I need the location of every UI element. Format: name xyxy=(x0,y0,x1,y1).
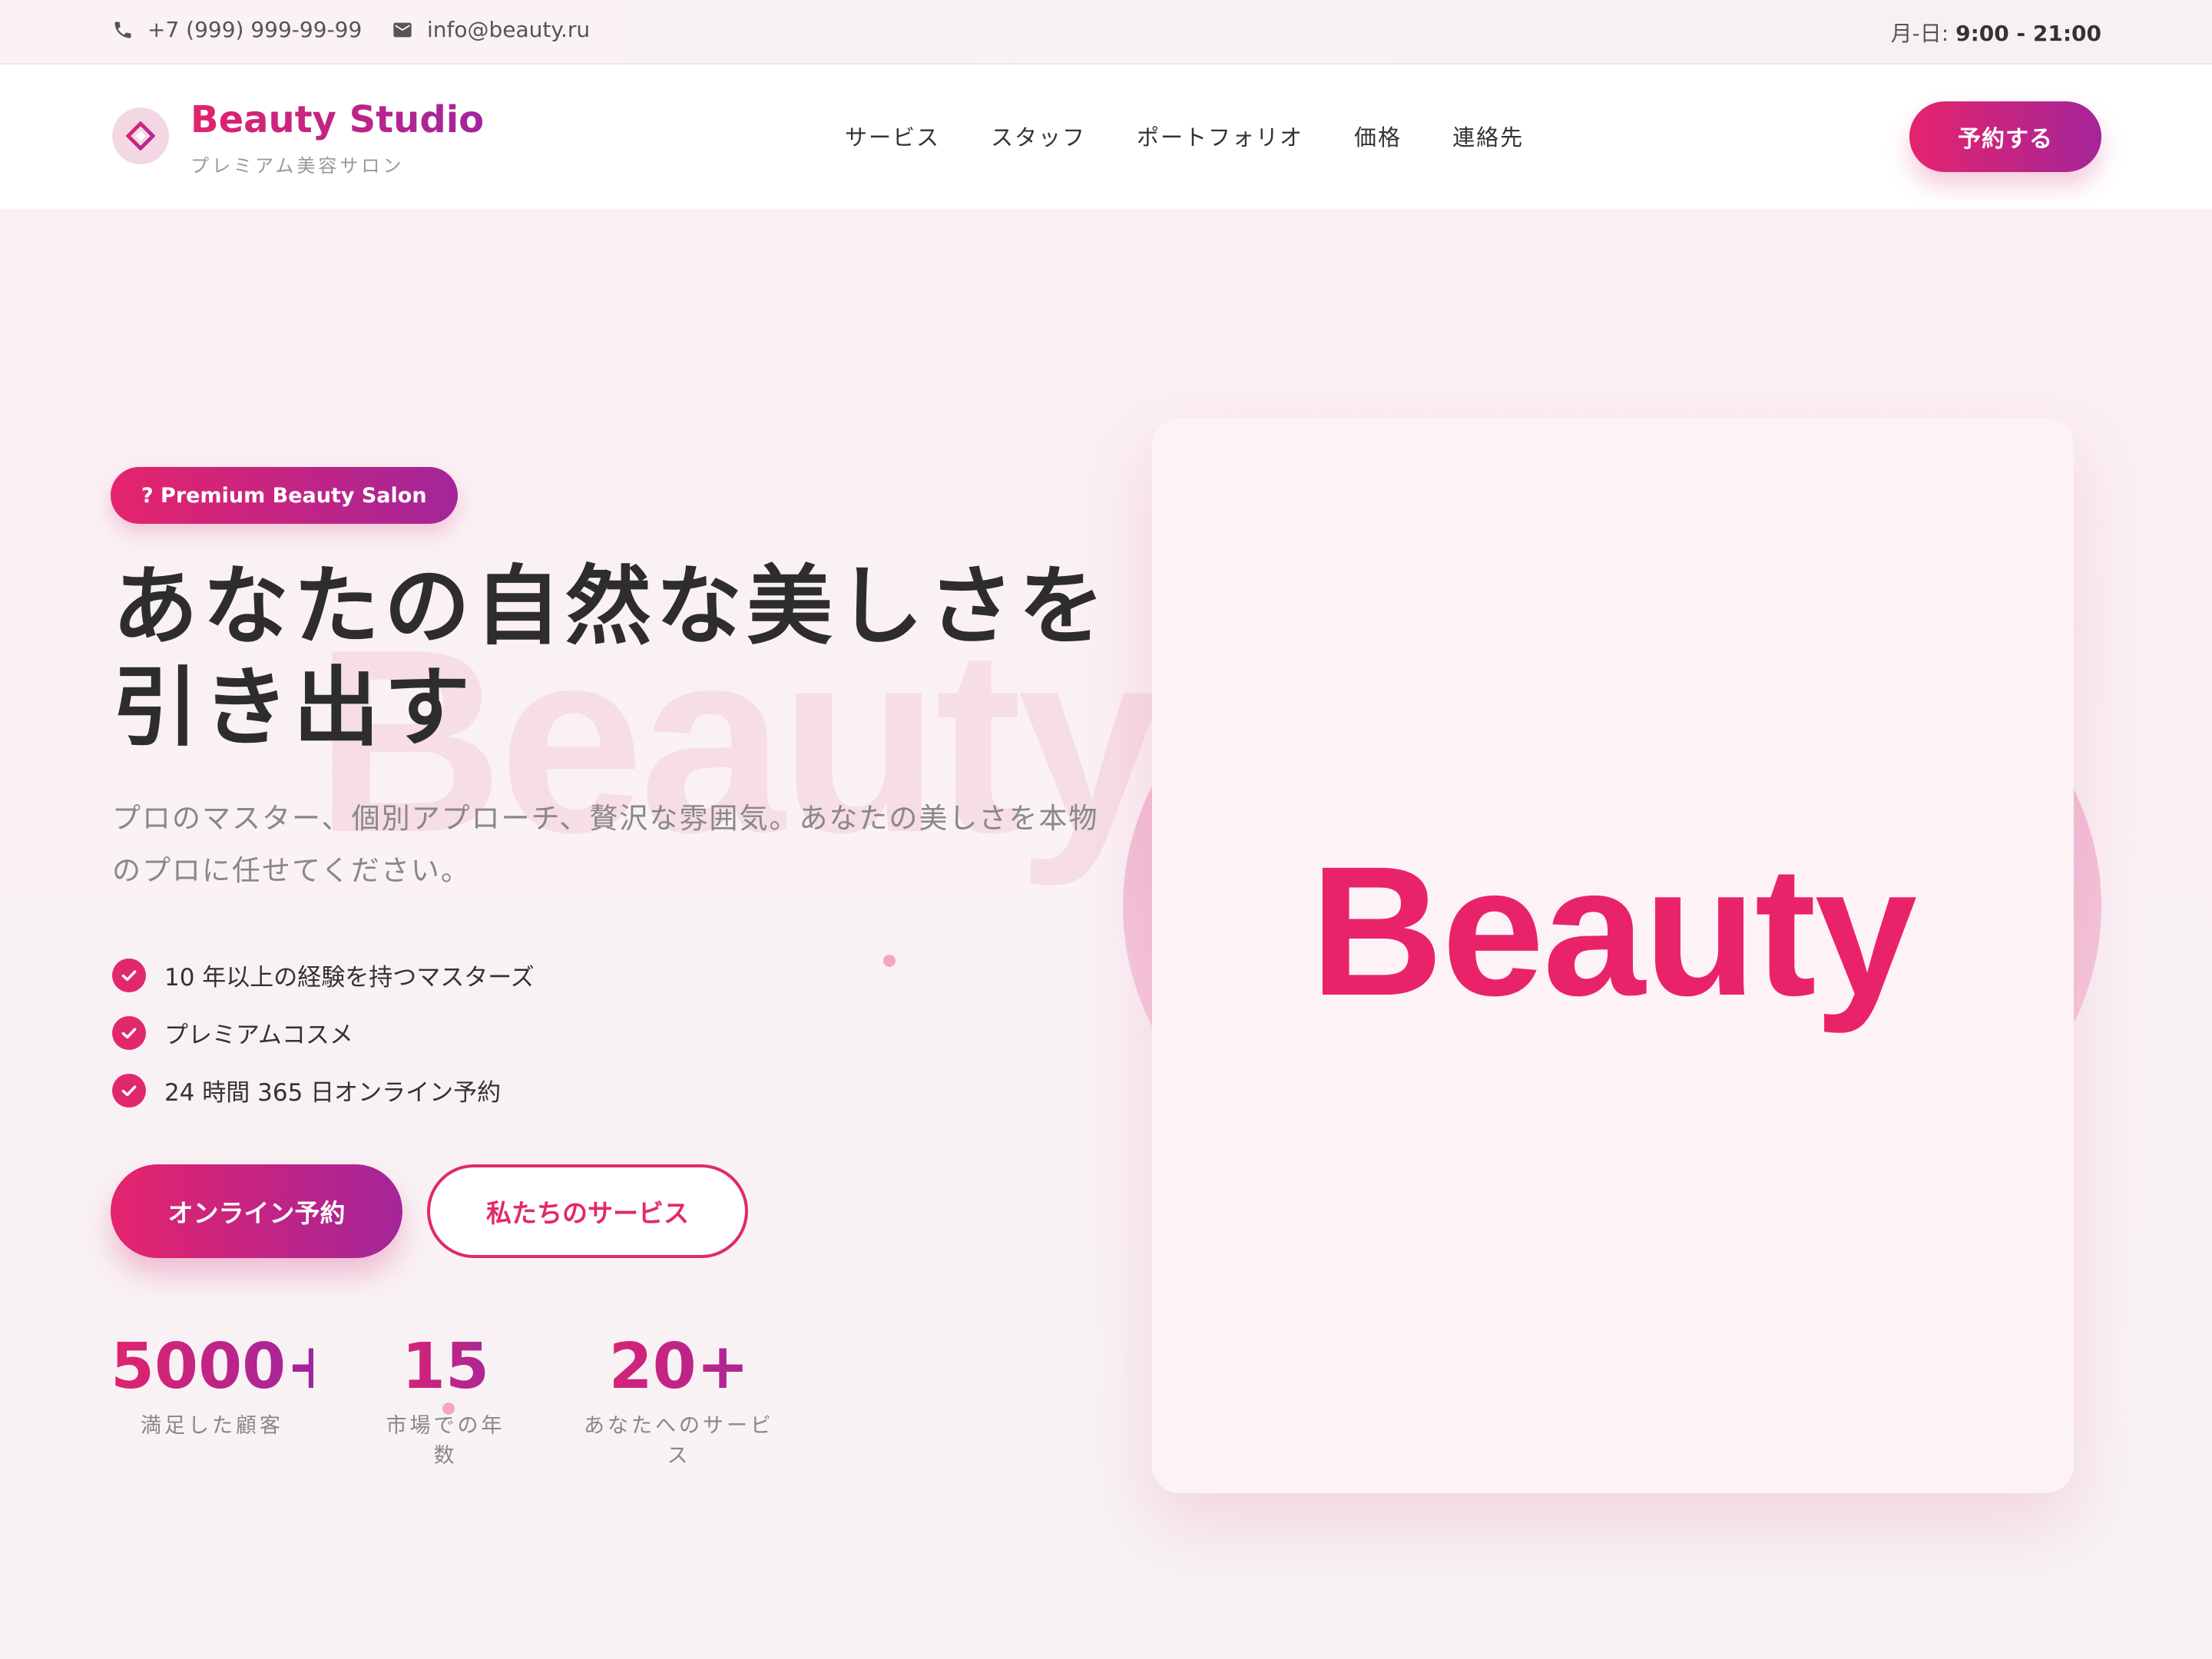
card-brand-text: Beauty xyxy=(1310,828,1917,1034)
phone-number: +7 (999) 999-99-99 xyxy=(147,17,363,42)
nav-contacts[interactable]: 連絡先 xyxy=(1452,120,1524,152)
email-contact[interactable]: info@beauty.ru xyxy=(392,17,590,42)
phone-contact[interactable]: +7 (999) 999-99-99 xyxy=(112,17,362,42)
list-item: 24 時間 365 日オンライン予約 xyxy=(112,1061,535,1119)
logo[interactable] xyxy=(112,108,169,164)
stat-label: あなたへのサービス xyxy=(584,1414,774,1468)
check-circle-icon xyxy=(112,958,146,992)
premium-badge: ? Premium Beauty Salon xyxy=(111,467,458,524)
feature-text: プレミアムコスメ xyxy=(164,1022,353,1049)
top-info-bar: +7 (999) 999-99-99 info@beauty.ru 月-日: 9… xyxy=(0,0,2212,65)
book-button[interactable]: 予約する xyxy=(1909,101,2101,172)
feature-text: 24 時間 365 日オンライン予約 xyxy=(164,1079,502,1107)
stat-value: 15 xyxy=(376,1330,515,1404)
our-services-button[interactable]: 私たちのサービス xyxy=(427,1164,748,1258)
feature-text: 10 年以上の経験を持つマスターズ xyxy=(164,964,535,992)
decorative-dot xyxy=(442,1402,455,1415)
stat-label: 市場での年数 xyxy=(386,1414,505,1468)
stat-label: 満足した顧客 xyxy=(141,1414,283,1438)
feature-list: 10 年以上の経験を持つマスターズ プレミアムコスメ 24 時間 365 日オン… xyxy=(112,946,535,1119)
decorative-dot xyxy=(883,955,896,967)
stat-customers: 5000+ 満足した顧客 xyxy=(111,1330,339,1439)
nav-staff[interactable]: スタッフ xyxy=(991,120,1086,152)
headline-line-2: 引き出す xyxy=(112,658,475,758)
hero-description: プロのマスター、個別アプローチ、贅沢な雰囲気。あなたの美しさを本物のプロに任せて… xyxy=(112,802,1099,887)
mail-icon xyxy=(393,22,412,37)
site-header: Beauty Studio プレミアム美容サロン サービス スタッフ ポートフォ… xyxy=(0,65,2212,209)
brand-subtitle: プレミアム美容サロン xyxy=(190,155,405,177)
stat-value: 20+ xyxy=(575,1330,783,1404)
hero-headline: あなたの自然な美しさを 引き出す xyxy=(112,556,1111,759)
hours-prefix: 月-日: xyxy=(1890,21,1949,46)
brand-name[interactable]: Beauty Studio xyxy=(190,98,484,141)
hours-time: 9:00 - 21:00 xyxy=(1955,21,2101,46)
stat-value: 5000+ xyxy=(111,1330,339,1403)
list-item: 10 年以上の経験を持つマスターズ xyxy=(112,946,535,1004)
stat-services: 20+ あなたへのサービス xyxy=(575,1330,783,1469)
diamond-logo-icon xyxy=(126,121,155,151)
phone-icon xyxy=(114,22,131,38)
main-nav: サービス スタッフ ポートフォリオ 価格 連絡先 xyxy=(845,120,1524,152)
headline-line-1: あなたの自然な美しさを xyxy=(112,557,1109,657)
online-booking-button[interactable]: オンライン予約 xyxy=(111,1164,402,1258)
opening-hours: 月-日: 9:00 - 21:00 xyxy=(1891,17,2101,48)
nav-services[interactable]: サービス xyxy=(845,120,940,152)
stat-years: 15 市場での年数 xyxy=(376,1330,515,1469)
check-circle-icon xyxy=(112,1073,146,1108)
hero-image-card: Beauty xyxy=(1152,418,2074,1493)
page: { "topbar": { "phone": "+7 (999) 999-99-… xyxy=(0,0,2212,1659)
nav-prices[interactable]: 価格 xyxy=(1354,120,1402,152)
nav-portfolio[interactable]: ポートフォリオ xyxy=(1137,120,1303,152)
list-item: プレミアムコスメ xyxy=(112,1004,535,1061)
check-circle-icon xyxy=(112,1015,146,1050)
email-address: info@beauty.ru xyxy=(427,17,591,42)
